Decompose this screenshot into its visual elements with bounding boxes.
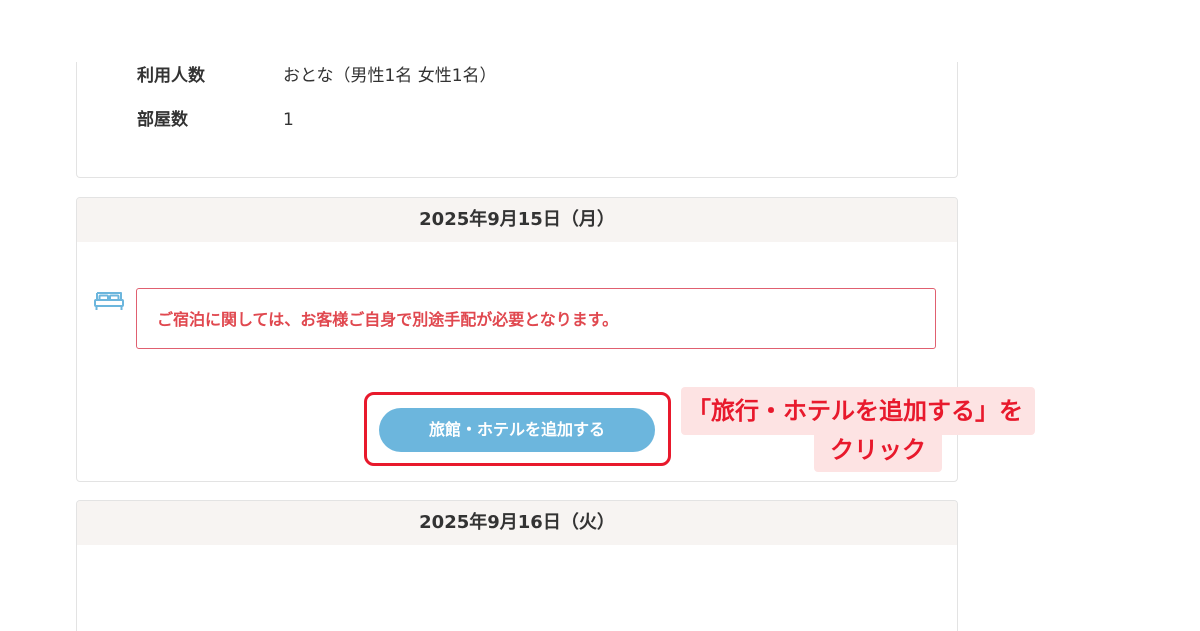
guests-label: 利用人数 <box>137 66 205 86</box>
day-date-header: 2025年9月15日（月） <box>77 198 957 242</box>
bed-icon <box>93 290 125 312</box>
rooms-label: 部屋数 <box>137 110 188 130</box>
guests-value: おとな（男性1名 女性1名） <box>283 66 497 86</box>
instruction-callout: 「旅行・ホテルを追加する」を <box>681 387 1035 435</box>
booking-info-card: 利用人数 おとな（男性1名 女性1名） 部屋数 1 <box>76 62 958 178</box>
highlight-frame <box>364 392 671 466</box>
instruction-callout: クリック <box>814 430 942 472</box>
rooms-value: 1 <box>283 110 294 130</box>
day-card: 2025年9月16日（火） <box>76 500 958 631</box>
day-date-header: 2025年9月16日（火） <box>77 501 957 545</box>
accommodation-notice: ご宿泊に関しては、お客様ご自身で別途手配が必要となります。 <box>136 288 936 349</box>
